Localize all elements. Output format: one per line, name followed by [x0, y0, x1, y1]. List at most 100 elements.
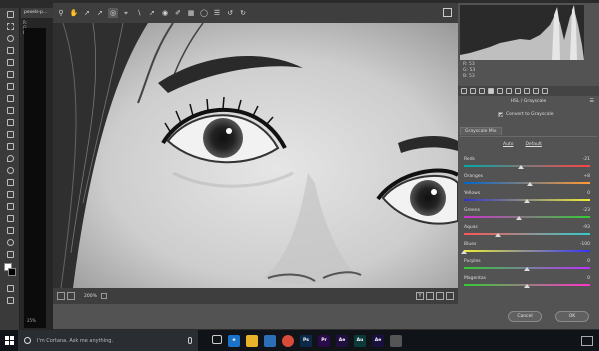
graduated-filter-icon[interactable]: ▦ [186, 8, 196, 18]
hsl-grayscale-tab-icon[interactable] [488, 88, 494, 94]
path-selection-tool-icon[interactable] [0, 200, 20, 212]
foreground-background-color-swatch[interactable] [0, 260, 20, 282]
color-sampler-icon[interactable]: ➚ [95, 8, 105, 18]
document-tab[interactable]: pexels-p... [21, 8, 53, 18]
default-link[interactable]: Default [525, 142, 541, 147]
preferences-icon[interactable]: ☰ [212, 8, 222, 18]
zoom-tool-icon[interactable] [0, 236, 20, 248]
dodge-tool-icon[interactable] [0, 164, 20, 176]
slider-thumb[interactable] [461, 250, 467, 254]
snapshots-tab-icon[interactable] [542, 88, 548, 94]
slider-value[interactable]: -23 [583, 208, 590, 213]
before-after-toggle-icon[interactable]: Y [416, 292, 424, 300]
slider-value[interactable]: 0 [587, 191, 590, 196]
auto-link[interactable]: Auto [503, 142, 513, 147]
convert-to-grayscale[interactable]: Convert to Grayscale [498, 112, 554, 117]
slider-aquas[interactable]: Aquas -93 [464, 225, 590, 239]
marquee-tool-icon[interactable] [0, 20, 20, 32]
slider-blues[interactable]: Blues -100 [461, 242, 590, 256]
clone-stamp-tool-icon[interactable] [0, 104, 20, 116]
blur-tool-icon[interactable] [0, 152, 20, 164]
type-tool-icon[interactable] [0, 188, 20, 200]
effects-tab-icon[interactable] [515, 88, 521, 94]
eyedropper-tool-icon[interactable] [0, 68, 20, 80]
slider-thumb[interactable] [524, 284, 530, 288]
pen-tool-icon[interactable] [0, 176, 20, 188]
slider-track[interactable] [464, 165, 590, 167]
lens-corrections-tab-icon[interactable] [506, 88, 512, 94]
copy-settings-icon[interactable] [436, 292, 444, 300]
split-toning-tab-icon[interactable] [497, 88, 503, 94]
crop-icon[interactable]: ⌖ [121, 8, 131, 18]
start-button[interactable] [0, 330, 18, 351]
camera-calibration-tab-icon[interactable] [524, 88, 530, 94]
photoshop-icon[interactable]: Ps [300, 334, 312, 347]
lasso-tool-icon[interactable] [0, 32, 20, 44]
eraser-tool-icon[interactable] [0, 128, 20, 140]
slider-reds[interactable]: Reds -21 [464, 157, 590, 171]
move-tool-icon[interactable] [0, 8, 20, 20]
rotate-ccw-icon[interactable]: ↺ [225, 8, 235, 18]
zoom-icon[interactable]: ⚲ [56, 8, 66, 18]
audition-icon[interactable]: Au [354, 334, 366, 347]
red-eye-icon[interactable]: ◉ [160, 8, 170, 18]
file-explorer-icon[interactable] [246, 334, 258, 347]
preview-settings-icon[interactable] [446, 292, 454, 300]
premiere-icon[interactable]: Pr [318, 334, 330, 347]
slider-value[interactable]: -93 [583, 225, 590, 230]
hand-tool-icon[interactable] [0, 224, 20, 236]
slider-magentas[interactable]: Magentas 0 [464, 276, 590, 290]
notification-icon[interactable] [581, 335, 593, 346]
quick-select-tool-icon[interactable] [0, 44, 20, 56]
screen-mode-icon[interactable] [0, 294, 20, 306]
slider-track[interactable] [464, 250, 590, 252]
crop-tool-icon[interactable] [0, 56, 20, 68]
task-view-icon[interactable] [212, 334, 222, 344]
targeted-adjustment-icon[interactable]: ◎ [108, 8, 118, 18]
slider-track[interactable] [464, 216, 590, 218]
straighten-icon[interactable]: ∖ [134, 8, 144, 18]
slider-thumb[interactable] [524, 267, 530, 271]
slider-oranges[interactable]: Oranges +8 [464, 174, 590, 188]
quick-mask-icon[interactable] [0, 282, 20, 294]
adjustment-brush-icon[interactable]: ✐ [173, 8, 183, 18]
cortana-search-box[interactable]: I'm Cortana. Ask me anything. [18, 330, 198, 351]
radial-filter-icon[interactable]: ◯ [199, 8, 209, 18]
slider-value[interactable]: -100 [580, 242, 590, 247]
zoom-level[interactable]: 200% [84, 294, 97, 299]
slider-thumb[interactable] [516, 216, 523, 220]
gradient-tool-icon[interactable] [0, 140, 20, 152]
edge-icon[interactable]: e [228, 334, 240, 347]
slider-value[interactable]: 0 [587, 276, 590, 281]
spot-removal-icon[interactable]: ➚ [147, 8, 157, 18]
zoom-in-icon[interactable] [67, 292, 75, 300]
preview-image[interactable] [53, 23, 458, 288]
chrome-icon[interactable] [282, 334, 294, 347]
media-encoder-icon[interactable]: Ae [372, 334, 384, 347]
tone-curve-tab-icon[interactable] [470, 88, 476, 94]
cancel-button[interactable]: Cancel [508, 311, 542, 322]
slider-thumb[interactable] [526, 182, 533, 186]
slider-value[interactable]: +8 [583, 174, 590, 179]
microphone-icon[interactable] [188, 337, 192, 344]
slider-thumb[interactable] [524, 199, 530, 203]
slider-value[interactable]: -21 [583, 157, 590, 162]
after-effects-icon[interactable]: Ae [336, 334, 348, 347]
slider-yellows[interactable]: Yellows 0 [464, 191, 590, 205]
swap-settings-icon[interactable] [426, 292, 434, 300]
detail-tab-icon[interactable] [479, 88, 485, 94]
store-icon[interactable] [264, 334, 276, 347]
edit-toolbar-icon[interactable] [0, 248, 20, 260]
slider-value[interactable]: 0 [587, 259, 590, 264]
history-brush-tool-icon[interactable] [0, 116, 20, 128]
rectangle-tool-icon[interactable] [0, 212, 20, 224]
zoom-dropdown-icon[interactable] [100, 293, 107, 299]
tab-grayscale-mix[interactable]: Grayscale Mix [460, 127, 502, 135]
rotate-cw-icon[interactable]: ↻ [238, 8, 248, 18]
misc-app-icon[interactable] [390, 334, 402, 347]
slider-track[interactable] [464, 233, 590, 235]
brush-tool-icon[interactable] [0, 92, 20, 104]
panel-menu-icon[interactable]: ☰ [590, 98, 594, 104]
full-screen-icon[interactable] [443, 8, 452, 17]
healing-brush-tool-icon[interactable] [0, 80, 20, 92]
